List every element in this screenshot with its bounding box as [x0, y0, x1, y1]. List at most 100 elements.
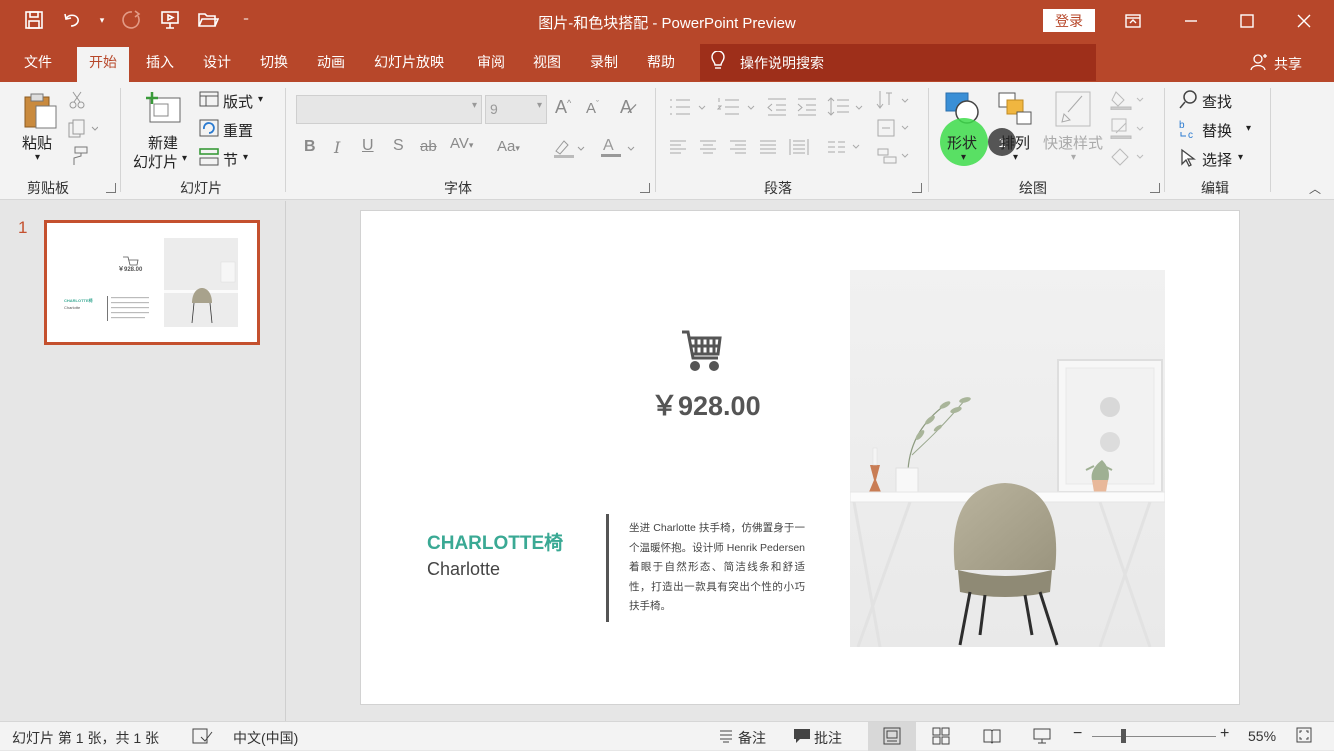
replace-label[interactable]: 替换 [1202, 120, 1232, 141]
divider-bar [606, 514, 609, 622]
font-family-dropdown-icon[interactable]: ▾ [472, 100, 477, 111]
font-group-label: 字体 [444, 180, 472, 196]
tab-home[interactable]: 开始 [77, 47, 129, 82]
format-painter-icon[interactable] [68, 146, 88, 169]
product-subtitle[interactable]: Charlotte [427, 559, 500, 580]
paste-icon[interactable] [22, 92, 58, 133]
select-dropdown-icon[interactable]: ▾ [1238, 152, 1243, 163]
normal-view-icon[interactable] [883, 727, 901, 748]
change-case-icon: Aa▾ [497, 138, 520, 155]
tab-transitions[interactable]: 切换 [248, 47, 300, 82]
slide-thumbnail[interactable]: ￥928.00 CHARLOTTE椅 Charlotte [44, 220, 260, 345]
minimize-icon[interactable] [1176, 8, 1206, 34]
new-slide-label-1[interactable]: 新建 [148, 132, 178, 153]
tab-help[interactable]: 帮助 [635, 47, 687, 82]
clear-format-icon: A̷ [620, 97, 633, 117]
replace-icon[interactable]: bc [1178, 118, 1200, 143]
layout-label[interactable]: 版式 [223, 91, 253, 112]
justify-icon [758, 139, 778, 158]
select-label[interactable]: 选择 [1202, 149, 1232, 170]
zoom-slider-thumb[interactable] [1121, 729, 1126, 743]
notes-icon[interactable] [718, 728, 734, 747]
underline-icon: U [362, 137, 374, 154]
font-launcher-icon[interactable] [640, 183, 650, 193]
new-slide-dropdown-icon[interactable]: ▾ [182, 153, 187, 164]
tab-design[interactable]: 设计 [191, 47, 243, 82]
paste-dropdown-icon[interactable]: ▾ [35, 152, 40, 163]
section-dropdown-icon[interactable]: ▾ [243, 152, 248, 163]
status-bar: 幻灯片 第 1 张，共 1 张 中文(中国) 备注 批注 − + 55% [0, 721, 1334, 751]
close-icon[interactable] [1289, 8, 1319, 34]
font-size-value: 9 [490, 101, 498, 117]
zoom-slider-track[interactable] [1092, 736, 1216, 737]
replace-dropdown-icon[interactable]: ▾ [1246, 123, 1251, 134]
comments-button[interactable]: 批注 [814, 728, 842, 748]
font-size-dropdown-icon[interactable]: ▾ [537, 100, 542, 111]
language-status[interactable]: 中文(中国) [233, 728, 298, 748]
section-label[interactable]: 节 [223, 149, 238, 170]
thumb-price: ￥928.00 [118, 266, 143, 273]
find-label[interactable]: 查找 [1202, 91, 1232, 112]
section-icon[interactable] [199, 148, 219, 169]
distributed-icon [788, 137, 810, 160]
shapes-label[interactable]: 形状 [947, 132, 977, 153]
zoom-level[interactable]: 55% [1248, 728, 1276, 744]
slide-sorter-icon[interactable] [932, 727, 950, 748]
product-price[interactable]: ￥928.00 [651, 384, 761, 423]
collapse-ribbon-icon[interactable]: ︿ [1309, 180, 1321, 197]
strikethrough-icon: ab [420, 138, 437, 155]
slideshow-view-icon[interactable] [1033, 727, 1051, 748]
tab-file[interactable]: 文件 [12, 47, 64, 82]
bullets-icon [668, 97, 708, 120]
product-description[interactable]: 坐进 Charlotte 扶手椅，仿佛置身于一个温暖怀抱。设计师 Henrik … [629, 519, 805, 617]
fit-to-window-icon[interactable] [1296, 727, 1312, 746]
tab-review[interactable]: 审阅 [465, 47, 517, 82]
reset-label[interactable]: 重置 [223, 120, 253, 141]
search-icon[interactable] [1178, 89, 1200, 114]
tab-record[interactable]: 录制 [578, 47, 630, 82]
layout-dropdown-icon[interactable]: ▾ [258, 94, 263, 105]
zoom-out-icon[interactable]: − [1073, 725, 1082, 743]
share-button[interactable]: 共享 [1250, 53, 1302, 74]
tab-animations[interactable]: 动画 [305, 47, 357, 82]
align-right-icon [728, 139, 748, 158]
clipboard-launcher-icon[interactable] [106, 183, 116, 193]
copy-icon [68, 119, 99, 142]
shadow-icon: S [393, 137, 404, 154]
increase-font-icon: A^ [555, 97, 572, 117]
paragraph-launcher-icon[interactable] [912, 183, 922, 193]
arrange-label[interactable]: 排列 [1000, 132, 1030, 153]
ribbon-display-icon[interactable] [1118, 8, 1148, 34]
tell-me-search[interactable]: 操作说明搜索 [700, 44, 1096, 81]
tab-insert[interactable]: 插入 [134, 47, 186, 82]
columns-icon [826, 139, 862, 158]
notes-button[interactable]: 备注 [738, 728, 766, 748]
comments-icon[interactable] [793, 728, 811, 747]
reading-view-icon[interactable] [983, 727, 1001, 748]
login-button[interactable]: 登录 [1043, 9, 1095, 32]
quick-styles-label: 快速样式 [1043, 135, 1104, 152]
numbering-icon [716, 97, 757, 120]
tab-slideshow[interactable]: 幻灯片放映 [362, 47, 456, 82]
slide-thumbnail-number: 1 [18, 218, 28, 237]
new-slide-icon[interactable] [144, 90, 182, 129]
font-family-combo[interactable]: ▾ [296, 95, 482, 124]
tell-me-label: 操作说明搜索 [740, 54, 824, 71]
paste-label[interactable]: 粘贴 [22, 132, 52, 153]
product-title[interactable]: CHARLOTTE椅 [427, 528, 563, 555]
drawing-launcher-icon[interactable] [1150, 183, 1160, 193]
chair-photo[interactable] [849, 270, 1166, 648]
spell-check-icon[interactable] [191, 727, 213, 748]
new-slide-label-2[interactable]: 幻灯片 [133, 151, 178, 172]
decrease-font-icon: Aˇ [586, 99, 600, 117]
zoom-in-icon[interactable]: + [1220, 725, 1229, 743]
tab-view[interactable]: 视图 [521, 47, 573, 82]
maximize-icon[interactable] [1232, 8, 1262, 34]
reset-icon[interactable] [199, 119, 219, 140]
font-size-combo[interactable]: 9 ▾ [485, 95, 547, 124]
arrange-icon[interactable] [997, 90, 1035, 133]
select-cursor-icon[interactable] [1180, 148, 1198, 171]
shapes-dropdown-icon[interactable]: ▾ [961, 152, 966, 163]
layout-icon[interactable] [199, 91, 219, 110]
arrange-dropdown-icon[interactable]: ▾ [1013, 152, 1018, 163]
